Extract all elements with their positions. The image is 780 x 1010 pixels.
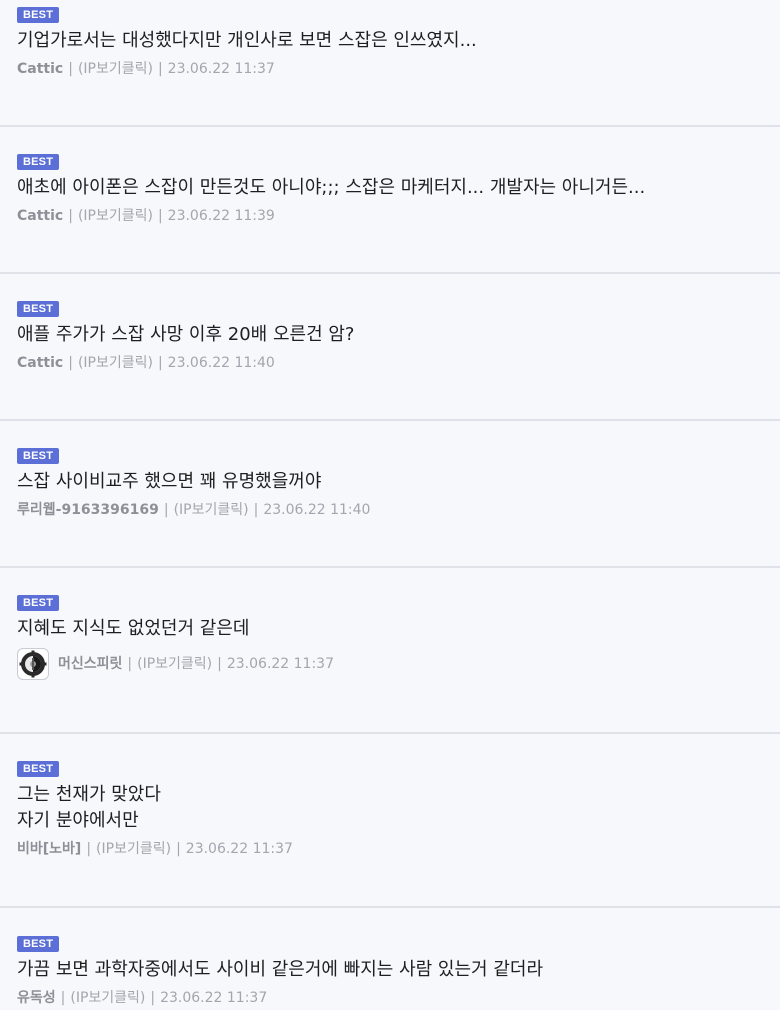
- comment-text: 가끔 보면 과학자중에서도 사이비 같은거에 빠지는 사람 있는거 같더라: [17, 959, 544, 980]
- author-name[interactable]: Cattic: [17, 206, 63, 226]
- meta-separator: |: [157, 61, 163, 77]
- comment-date: 23.06.22 11:37: [160, 990, 268, 1006]
- divider: [0, 419, 780, 421]
- meta-separator: |: [157, 208, 163, 224]
- comment-item: BEST 애플 주가가 스잡 사망 이후 20배 오른건 암? Cattic |…: [0, 297, 780, 373]
- meta-separator: |: [163, 502, 169, 518]
- best-badge: BEST: [17, 595, 60, 611]
- comment-date: 23.06.22 11:40: [263, 502, 371, 518]
- ip-view-link[interactable]: (IP보기클릭): [70, 988, 145, 1008]
- meta-separator: |: [68, 355, 73, 371]
- comment-item: BEST 스잡 사이비교주 했으면 꽤 유명했을꺼야 루리웹-916339616…: [0, 444, 780, 520]
- meta-separator: |: [176, 841, 181, 857]
- meta-separator: |: [60, 990, 66, 1006]
- best-badge: BEST: [17, 448, 60, 464]
- comment-text: 그는 천재가 맞았다 자기 분야에서만: [17, 784, 161, 831]
- divider: [0, 566, 780, 568]
- mechanicus-cog-icon: [19, 650, 47, 678]
- best-badge: BEST: [17, 301, 60, 317]
- comment-meta: Cattic | (IP보기클릭) | 23.06.22 11:40: [17, 353, 780, 373]
- comment-text: 기업가로서는 대성했다지만 개인사로 보면 스잡은 인쓰였지...: [17, 30, 477, 51]
- ip-view-link[interactable]: (IP보기클릭): [78, 206, 153, 226]
- best-badge: BEST: [17, 761, 60, 777]
- comment-meta: Cattic | (IP보기클릭) | 23.06.22 11:39: [17, 206, 780, 226]
- comment-date: 23.06.22 11:37: [167, 61, 275, 77]
- author-name[interactable]: 루리웹-9163396169: [17, 500, 159, 520]
- best-comment-list: BEST 기업가로서는 대성했다지만 개인사로 보면 스잡은 인쓰였지... C…: [0, 0, 780, 1010]
- ip-view-link[interactable]: (IP보기클릭): [96, 839, 171, 859]
- comment-item: BEST 기업가로서는 대성했다지만 개인사로 보면 스잡은 인쓰였지... C…: [0, 3, 780, 79]
- comment-meta: Cattic | (IP보기클릭) | 23.06.22 11:37: [17, 59, 780, 79]
- best-badge: BEST: [17, 936, 60, 952]
- best-badge: BEST: [17, 154, 60, 170]
- comment-meta: 유독성 | (IP보기클릭) | 23.06.22 11:37: [17, 988, 780, 1008]
- divider: [0, 272, 780, 274]
- user-avatar[interactable]: [17, 648, 49, 680]
- comment-text: 애플 주가가 스잡 사망 이후 20배 오른건 암?: [17, 324, 355, 345]
- comment-meta: 루리웹-9163396169 | (IP보기클릭) | 23.06.22 11:…: [17, 500, 780, 520]
- comment-date: 23.06.22 11:39: [167, 208, 275, 224]
- meta-separator: |: [217, 656, 222, 672]
- ip-view-link[interactable]: (IP보기클릭): [174, 500, 249, 520]
- meta-separator: |: [253, 502, 259, 518]
- comment-text: 애초에 아이폰은 스잡이 만든것도 아니야;;; 스잡은 마케터지... 개발자…: [17, 177, 646, 198]
- meta-separator: |: [127, 656, 133, 672]
- comment-date: 23.06.22 11:40: [167, 355, 275, 371]
- ip-view-link[interactable]: (IP보기클릭): [78, 353, 153, 373]
- ip-view-link[interactable]: (IP보기클릭): [137, 654, 212, 674]
- divider: [0, 125, 780, 127]
- meta-separator: |: [86, 841, 92, 857]
- comment-meta: 머신스피릿 | (IP보기클릭) | 23.06.22 11:37: [17, 648, 780, 680]
- author-name[interactable]: Cattic: [17, 353, 63, 373]
- comment-date: 23.06.22 11:37: [185, 841, 293, 857]
- comment-text: 스잡 사이비교주 했으면 꽤 유명했을꺼야: [17, 471, 322, 492]
- author-name[interactable]: 비바[노바]: [17, 839, 81, 859]
- comment-text: 지혜도 지식도 없었던거 같은데: [17, 618, 250, 639]
- comment-item: BEST 애초에 아이폰은 스잡이 만든것도 아니야;;; 스잡은 마케터지..…: [0, 150, 780, 226]
- comment-item: BEST 지혜도 지식도 없었던거 같은데 머신스피릿 | (IP보기클릭) |…: [0, 591, 780, 680]
- best-badge: BEST: [17, 7, 60, 23]
- meta-separator: |: [68, 208, 73, 224]
- comment-item: BEST 그는 천재가 맞았다 자기 분야에서만 비바[노바] | (IP보기클…: [0, 757, 780, 859]
- divider: [0, 906, 780, 908]
- author-name[interactable]: Cattic: [17, 59, 63, 79]
- meta-separator: |: [68, 61, 73, 77]
- comment-item: BEST 가끔 보면 과학자중에서도 사이비 같은거에 빠지는 사람 있는거 같…: [0, 932, 780, 1008]
- meta-separator: |: [150, 990, 156, 1006]
- divider: [0, 732, 780, 734]
- ip-view-link[interactable]: (IP보기클릭): [78, 59, 153, 79]
- meta-separator: |: [157, 355, 163, 371]
- author-name[interactable]: 유독성: [17, 988, 56, 1008]
- comment-meta: 비바[노바] | (IP보기클릭) | 23.06.22 11:37: [17, 839, 780, 859]
- comment-date: 23.06.22 11:37: [226, 656, 334, 672]
- author-name[interactable]: 머신스피릿: [58, 654, 122, 674]
